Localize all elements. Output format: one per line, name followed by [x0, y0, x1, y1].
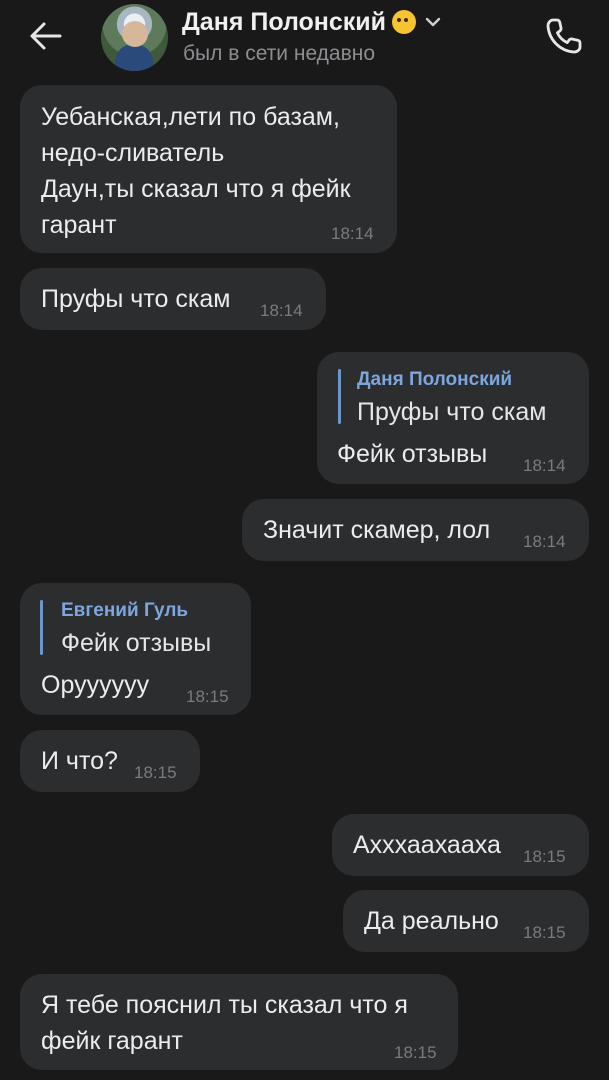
message-time: 18:14	[260, 301, 303, 320]
contact-status: был в сети недавно	[183, 42, 376, 65]
message-bubble-outgoing[interactable]: Ахххаахааха 18:15	[332, 814, 589, 876]
message-text-line: Да реально	[364, 907, 499, 935]
message-text-line: Орууууyy	[41, 671, 150, 699]
message-time: 18:14	[331, 224, 374, 243]
message-text-line: Я тебе пояснил ты сказал что я	[41, 991, 408, 1019]
contact-name[interactable]: Даня Полонский	[182, 8, 386, 37]
message-text-line: Уебанская,лети по базам,	[41, 103, 340, 131]
message-bubble-incoming[interactable]: Уебанская,лети по базам, недо-сливатель …	[20, 85, 397, 253]
message-time: 18:15	[134, 763, 177, 782]
message-text-line: Значит скамер, лол	[263, 516, 491, 544]
reply-text[interactable]: Фейк отзывы	[61, 629, 211, 658]
arrow-left-icon	[30, 22, 62, 50]
emoji-icon	[392, 10, 417, 34]
message-text-line: Ахххаахааха	[353, 831, 501, 859]
message-bubble-outgoing[interactable]: Значит скамер, лол 18:14	[242, 499, 589, 561]
message-time: 18:15	[523, 847, 566, 866]
message-text-line: фейк гарант	[41, 1027, 183, 1055]
message-time: 18:15	[523, 923, 566, 942]
message-text-line: недо-сливатель	[41, 139, 225, 167]
message-bubble-incoming[interactable]: И что? 18:15	[20, 730, 200, 792]
call-button[interactable]	[538, 10, 590, 62]
message-text-line: Даун,ты сказал что я фейк	[41, 175, 351, 203]
back-button[interactable]	[22, 12, 70, 60]
message-text-line: И что?	[41, 747, 118, 775]
reply-author[interactable]: Евгений Гуль	[61, 600, 188, 622]
message-text-line: гарант	[41, 211, 117, 239]
chat-header: Даня Полонский был в сети недавно	[0, 0, 609, 78]
phone-icon	[546, 18, 582, 54]
reply-text[interactable]: Пруфы что скам	[357, 398, 546, 427]
message-bubble-incoming[interactable]: Евгений Гуль Фейк отзывы Орууууyy 18:15	[20, 583, 251, 715]
message-bubble-incoming[interactable]: Я тебе пояснил ты сказал что я фейк гара…	[20, 974, 458, 1070]
message-bubble-incoming[interactable]: Пруфы что скам 18:14	[20, 268, 326, 330]
reply-author[interactable]: Даня Полонский	[357, 369, 512, 391]
avatar[interactable]	[101, 4, 168, 71]
message-time: 18:14	[523, 532, 566, 551]
message-time: 18:15	[186, 687, 229, 706]
message-time: 18:14	[523, 456, 566, 475]
message-text-line: Фейк отзывы	[337, 440, 488, 468]
chevron-down-icon[interactable]	[422, 11, 444, 33]
message-bubble-outgoing[interactable]: Да реально 18:15	[343, 890, 589, 952]
reply-accent-bar	[40, 600, 43, 655]
message-text-line: Пруфы что скам	[41, 285, 231, 313]
message-time: 18:15	[394, 1043, 437, 1062]
reply-accent-bar	[338, 369, 341, 424]
contact-title-row[interactable]: Даня Полонский	[182, 6, 444, 38]
message-bubble-outgoing[interactable]: Даня Полонский Пруфы что скам Фейк отзыв…	[317, 352, 589, 484]
